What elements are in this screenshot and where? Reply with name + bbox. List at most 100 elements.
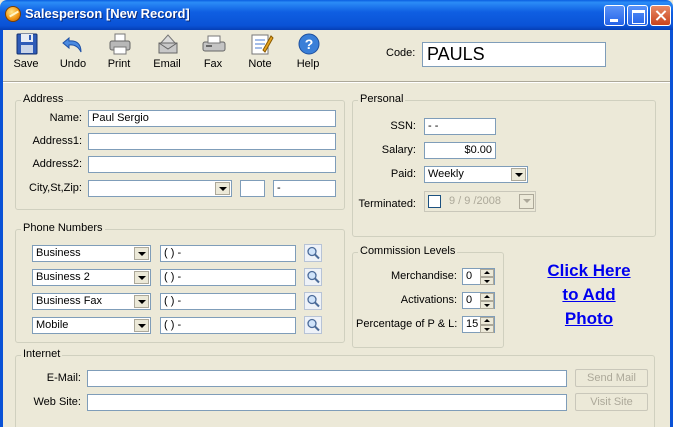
chevron-down-icon[interactable] (134, 247, 149, 260)
website-field[interactable] (87, 394, 567, 411)
fax-button[interactable]: Fax (191, 32, 235, 74)
send-mail-button[interactable]: Send Mail (575, 369, 648, 387)
salary-field[interactable]: $0.00 (424, 142, 496, 159)
internet-group-title: Internet (21, 348, 63, 360)
fax-label: Fax (203, 58, 223, 70)
spin-up-icon[interactable] (480, 293, 494, 301)
magnifier-icon[interactable] (304, 268, 322, 286)
commission-levels-group-title: Commission Levels (358, 245, 458, 257)
phone-type-combo-2[interactable]: Business 2 (32, 269, 151, 286)
merchandise-spinner[interactable]: 0 (462, 268, 495, 285)
spin-up-icon[interactable] (480, 269, 494, 277)
chevron-down-icon[interactable] (134, 319, 149, 332)
city-combo[interactable] (88, 180, 232, 197)
address-group-title: Address (21, 93, 66, 105)
phone-numbers-group-title: Phone Numbers (21, 222, 105, 234)
address2-field[interactable] (88, 156, 336, 173)
add-photo-line-2: to Add (562, 285, 616, 304)
note-label: Note (248, 58, 272, 70)
percentage-pl-label: Percentage of P & L: (356, 318, 458, 330)
print-button[interactable]: Print (97, 32, 141, 74)
terminated-date-value: 9 / 9 /2008 (449, 195, 501, 207)
add-photo-line-3: Photo (564, 309, 614, 328)
undo-label: Undo (59, 58, 87, 70)
terminated-checkbox[interactable] (428, 195, 441, 208)
terminated-label: Terminated: (358, 198, 416, 210)
email-icon (158, 34, 178, 54)
spin-down-icon[interactable] (480, 301, 494, 309)
phone-type-value: Business (36, 247, 81, 259)
terminated-date-picker[interactable]: 9 / 9 /2008 (424, 191, 536, 212)
email-label: E-Mail: (46, 372, 81, 384)
phone-number-field-3[interactable]: ( ) - (160, 293, 296, 310)
personal-group-title: Personal (358, 93, 406, 105)
maximize-button[interactable] (627, 5, 648, 26)
floppy-disk-icon (16, 33, 38, 55)
save-label: Save (13, 58, 39, 70)
merchandise-value: 0 (466, 270, 473, 282)
magnifier-icon[interactable] (304, 316, 322, 334)
phone-type-value: Business 2 (36, 271, 90, 283)
phone-type-combo-3[interactable]: Business Fax (32, 293, 151, 310)
undo-arrow-icon (62, 36, 82, 53)
help-label: Help (296, 58, 320, 70)
magnifier-icon[interactable] (304, 244, 322, 262)
minimize-button[interactable] (604, 5, 625, 26)
merchandise-label: Merchandise: (390, 270, 457, 282)
help-button[interactable]: ? Help (286, 32, 330, 74)
name-field[interactable]: Paul Sergio (88, 110, 336, 127)
fax-icon (202, 35, 226, 52)
activations-spinner[interactable]: 0 (462, 292, 495, 309)
activations-label: Activations: (400, 294, 457, 306)
chevron-down-icon[interactable] (519, 194, 534, 209)
website-label: Web Site: (33, 396, 82, 408)
spin-down-icon[interactable] (480, 325, 494, 333)
save-button[interactable]: Save (4, 32, 48, 74)
address1-label: Address1: (32, 135, 82, 147)
phone-number-field-4[interactable]: ( ) - (160, 317, 296, 334)
phone-type-value: Business Fax (36, 295, 103, 307)
zip-field[interactable]: - (273, 180, 336, 197)
window-frame-left (0, 30, 3, 427)
app-icon (5, 6, 21, 22)
close-button[interactable] (650, 5, 671, 26)
note-button[interactable]: Note (238, 32, 282, 74)
chevron-down-icon[interactable] (134, 271, 149, 284)
activations-value: 0 (466, 294, 473, 306)
printer-icon (109, 33, 131, 55)
visit-site-button[interactable]: Visit Site (575, 393, 648, 411)
percentage-pl-spinner[interactable]: 15 (462, 316, 495, 333)
chevron-down-icon[interactable] (134, 295, 149, 308)
code-input[interactable]: PAULS (422, 42, 606, 67)
phone-type-value: Mobile (36, 319, 69, 331)
phone-type-combo-4[interactable]: Mobile (32, 317, 151, 334)
print-label: Print (107, 58, 131, 70)
svg-text:?: ? (305, 36, 314, 52)
help-icon: ? (298, 33, 320, 55)
percentage-pl-value: 15 (466, 318, 479, 330)
phone-number-field-1[interactable]: ( ) - (160, 245, 296, 262)
email-button[interactable]: Email (145, 32, 189, 74)
window-title: Salesperson [New Record] (25, 6, 190, 21)
spin-down-icon[interactable] (480, 277, 494, 285)
paid-combo[interactable]: Weekly (424, 166, 528, 183)
note-icon (251, 34, 274, 55)
phone-number-field-2[interactable]: ( ) - (160, 269, 296, 286)
code-label: Code: (386, 47, 416, 59)
magnifier-icon[interactable] (304, 292, 322, 310)
state-field[interactable] (240, 180, 265, 197)
add-photo-link[interactable]: Click Here to Add Photo (533, 259, 645, 331)
address1-field[interactable] (88, 133, 336, 150)
ssn-field[interactable]: - - (424, 118, 496, 135)
internet-group (15, 355, 655, 427)
chevron-down-icon[interactable] (215, 182, 230, 195)
undo-button[interactable]: Undo (51, 32, 95, 74)
phone-type-combo-1[interactable]: Business (32, 245, 151, 262)
address2-label: Address2: (32, 158, 82, 170)
ssn-label: SSN: (390, 120, 416, 132)
add-photo-line-1: Click Here (547, 261, 631, 280)
email-label: Email (153, 58, 181, 70)
spin-up-icon[interactable] (480, 317, 494, 325)
chevron-down-icon[interactable] (511, 168, 526, 181)
email-field[interactable] (87, 370, 567, 387)
